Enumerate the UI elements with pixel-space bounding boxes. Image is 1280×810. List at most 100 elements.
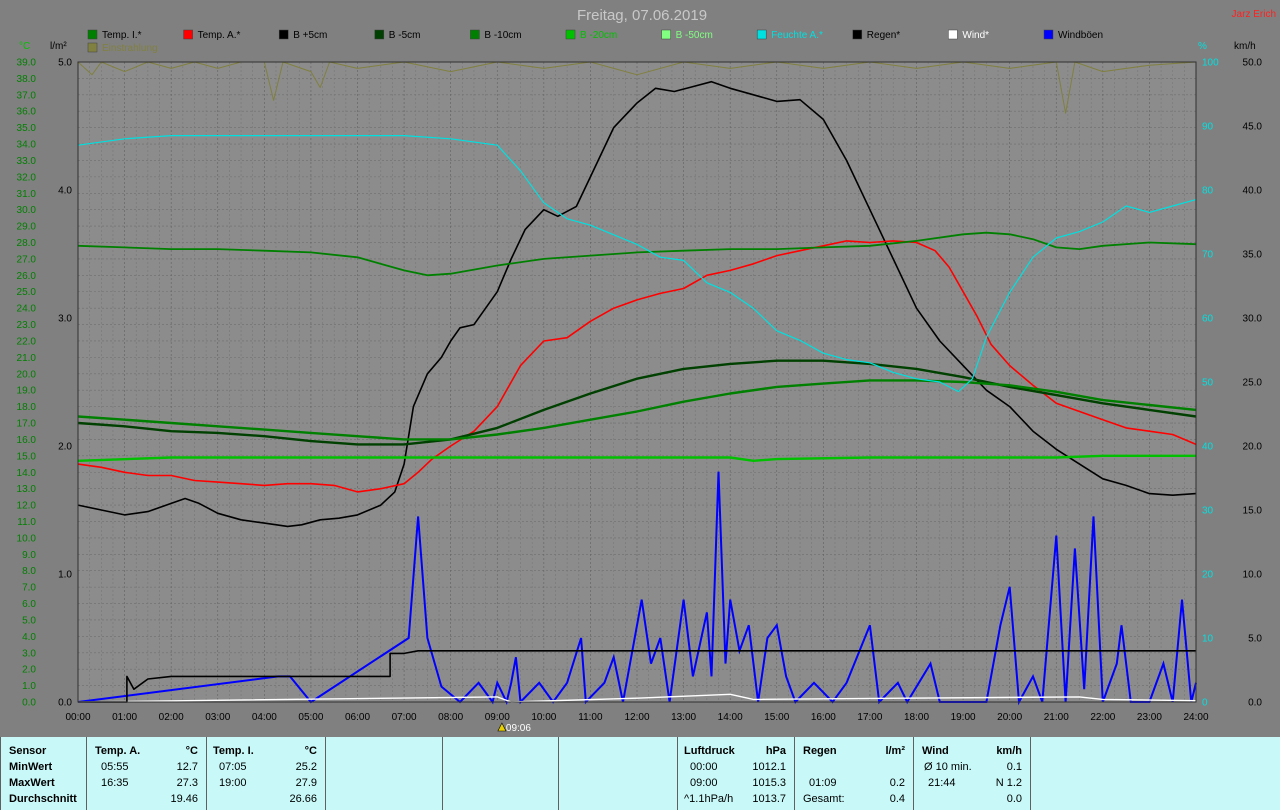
wind-tick-label: 40.0 [1243, 186, 1263, 197]
time-tick-label: 17:00 [857, 712, 882, 723]
temp-tick-label: 25.0 [17, 287, 37, 298]
temp-i-max: 27.9 [295, 777, 317, 789]
temp-tick-label: 24.0 [17, 304, 37, 315]
wind-max-time: 21:44 [928, 777, 956, 789]
humidity-tick-label: 100 [1202, 58, 1219, 69]
legend-swatch [278, 29, 289, 40]
temp-i-max-time: 19:00 [219, 777, 247, 789]
humidity-tick-label: 0 [1202, 698, 1208, 709]
legend-label: Wind* [962, 30, 989, 41]
temp-tick-label: 13.0 [17, 484, 37, 495]
rain-tick-label: 4.0 [58, 186, 72, 197]
temp-tick-label: 7.0 [22, 583, 36, 594]
temp-tick-label: 27.0 [17, 254, 37, 265]
temp-i-column: Temp. I. °C 07:05 25.2 19:00 27.9 26.66 [206, 737, 325, 810]
time-tick-label: 24:00 [1183, 712, 1208, 723]
wind-tick-label: 20.0 [1243, 442, 1263, 453]
legend-swatch [183, 29, 193, 40]
legend-swatch [87, 42, 98, 53]
wind-third: 0.0 [1006, 793, 1022, 805]
wind-column: Wind km/h Ø 10 min. 0.1 21:44 N 1.2 0.0 [913, 737, 1030, 810]
rain-tick-label: 3.0 [58, 314, 72, 325]
rain-tick-label: 2.0 [58, 442, 72, 453]
humidity-tick-label: 40 [1202, 442, 1214, 453]
time-tick-label: 23:00 [1137, 712, 1162, 723]
temp-a-column: Temp. A. °C 05:55 12.7 16:35 27.3 19.46 [86, 737, 206, 810]
temp-tick-label: 31.0 [17, 189, 37, 200]
temp-a-avg: 19.46 [170, 793, 198, 805]
temp-tick-label: 1.0 [22, 681, 36, 692]
wind-max: N 1.2 [995, 777, 1022, 789]
regen-max: 0.2 [889, 777, 905, 789]
time-tick-label: 11:00 [578, 712, 603, 723]
time-tick-label: 13:00 [671, 712, 696, 723]
temp-tick-label: 3.0 [22, 648, 36, 659]
legend-swatch [565, 29, 576, 40]
temp-tick-label: 23.0 [17, 320, 37, 331]
empty-column-3 [558, 737, 677, 810]
empty-column-2 [442, 737, 558, 810]
legend-label: B -5cm [389, 30, 421, 41]
weather-chart: Freitag, 07.06.2019 Jarz Erich Temp. I.*… [0, 0, 1280, 737]
temp-tick-label: 38.0 [17, 74, 37, 85]
temp-tick-label: 26.0 [17, 271, 37, 282]
regen-title: Regen [803, 745, 837, 757]
temp-tick-label: 39.0 [17, 58, 37, 69]
rain-tick-label: 0.0 [58, 698, 72, 709]
wind-title: Wind [922, 745, 949, 757]
temp-tick-label: 6.0 [22, 599, 36, 610]
regen-column: Regen l/m² 01:09 0.2 Gesamt: 0.4 [794, 737, 913, 810]
time-tick-label: 08:00 [438, 712, 463, 723]
humidity-tick-label: 80 [1202, 186, 1214, 197]
row-label-min: MinWert [9, 761, 53, 773]
temp-i-title: Temp. I. [213, 745, 254, 757]
empty-column-4 [1030, 737, 1280, 810]
legend-label: Temp. I.* [102, 30, 142, 41]
time-tick-label: 00:00 [65, 712, 90, 723]
humidity-axis-unit: % [1198, 41, 1207, 52]
time-tick-label: 02:00 [159, 712, 184, 723]
temp-tick-label: 19.0 [17, 386, 37, 397]
luftdruck-title: Luftdruck [684, 745, 735, 757]
luftdruck-avg: 1013.7 [752, 793, 786, 805]
temp-i-avg: 26.66 [289, 793, 317, 805]
luftdruck-max-time: 09:00 [690, 777, 718, 789]
temp-tick-label: 30.0 [17, 205, 37, 216]
time-tick-label: 14:00 [718, 712, 743, 723]
temp-i-min-time: 07:05 [219, 761, 247, 773]
temp-tick-label: 21.0 [17, 353, 37, 364]
temp-tick-label: 15.0 [17, 451, 37, 462]
temp-tick-label: 17.0 [17, 419, 37, 430]
temp-a-title: Temp. A. [95, 745, 141, 757]
legend-label: Feuchte A.* [771, 30, 823, 41]
time-tick-label: 03:00 [205, 712, 230, 723]
luftdruck-max: 1015.3 [752, 777, 786, 789]
temp-i-min: 25.2 [295, 761, 317, 773]
row-label-max: MaxWert [9, 777, 55, 789]
time-tick-label: 19:00 [951, 712, 976, 723]
temp-tick-label: 16.0 [17, 435, 37, 446]
luftdruck-column: Luftdruck hPa 00:00 1012.1 09:00 1015.3 … [677, 737, 794, 810]
legend-label: B -50cm [676, 30, 713, 41]
humidity-tick-label: 70 [1202, 250, 1214, 261]
time-tick-label: 16:00 [811, 712, 836, 723]
temp-tick-label: 36.0 [17, 107, 37, 118]
time-tick-label: 06:00 [345, 712, 370, 723]
temp-a-max-time: 16:35 [101, 777, 129, 789]
legend-swatch [661, 29, 671, 40]
temp-tick-label: 34.0 [17, 140, 37, 151]
wind-tick-label: 5.0 [1248, 634, 1262, 645]
wind-avg-label: Ø 10 min. [924, 761, 972, 773]
temp-a-min: 12.7 [176, 761, 198, 773]
temp-axis-unit: °C [19, 41, 30, 52]
marker-label: 09:06 [506, 723, 531, 734]
temp-tick-label: 33.0 [17, 156, 37, 167]
temp-tick-label: 11.0 [17, 517, 36, 528]
time-tick-label: 15:00 [764, 712, 789, 723]
legend-swatch [1043, 29, 1054, 40]
regen-unit: l/m² [885, 745, 905, 757]
legend-swatch [87, 29, 98, 40]
temp-tick-label: 37.0 [17, 90, 37, 101]
time-tick-label: 09:00 [485, 712, 510, 723]
regen-total: 0.4 [889, 793, 905, 805]
